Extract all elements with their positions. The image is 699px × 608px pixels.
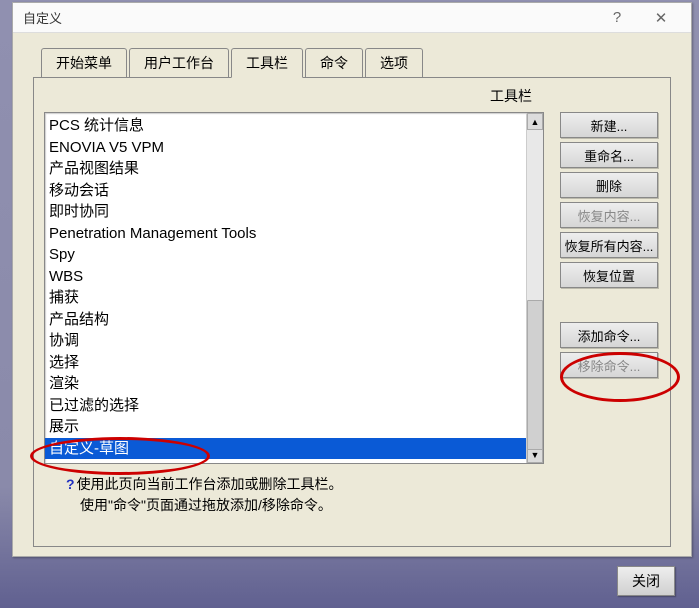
delete-button[interactable]: 删除 [560,172,658,198]
list-item[interactable]: PCS 统计信息 [45,115,526,137]
toolbar-listbox[interactable]: PCS 统计信息 ENOVIA V5 VPM 产品视图结果 移动会话 即时协同 … [44,112,544,464]
titlebar: 自定义 ? ✕ [13,3,691,33]
list-item[interactable]: Spy [45,244,526,266]
help-qmark-icon: ? [66,476,75,492]
help-icon[interactable]: ? [595,4,639,32]
list-item[interactable]: Penetration Management Tools [45,223,526,245]
tab-user-workbench[interactable]: 用户工作台 [129,48,229,77]
list-item[interactable]: 产品视图结果 [45,158,526,180]
help-line2: 使用"命令"页面通过拖放添加/移除命令。 [80,495,660,516]
tab-start-menu[interactable]: 开始菜单 [41,48,127,77]
remove-command-button[interactable]: 移除命令... [560,352,658,378]
sidebar-buttons: 新建... 重命名... 删除 恢复内容... 恢复所有内容... 恢复位置 添… [560,112,658,464]
content-frame: 工具栏 PCS 统计信息 ENOVIA V5 VPM 产品视图结果 移动会话 即… [33,77,671,547]
dialog-title: 自定义 [23,8,595,27]
close-button[interactable]: 关闭 [617,566,675,596]
list-item[interactable]: 产品结构 [45,309,526,331]
tabs: 开始菜单 用户工作台 工具栏 命令 选项 [41,51,691,77]
tab-options[interactable]: 选项 [365,48,423,77]
new-button[interactable]: 新建... [560,112,658,138]
restore-pos-button[interactable]: 恢复位置 [560,262,658,288]
tab-toolbar[interactable]: 工具栏 [231,48,303,78]
help-line1: 使用此页向当前工作台添加或删除工具栏。 [77,476,343,492]
help-text: ?使用此页向当前工作台添加或删除工具栏。 使用"命令"页面通过拖放添加/移除命令… [66,474,660,516]
restore-content-button[interactable]: 恢复内容... [560,202,658,228]
list-item[interactable]: 选择 [45,352,526,374]
scrollbar[interactable]: ▲ ▼ [526,113,543,463]
list-item[interactable]: 已过滤的选择 [45,395,526,417]
scroll-track[interactable] [527,130,543,446]
customize-dialog: 自定义 ? ✕ 开始菜单 用户工作台 工具栏 命令 选项 工具栏 PCS 统计信… [12,2,692,557]
rename-button[interactable]: 重命名... [560,142,658,168]
list-item[interactable]: ENOVIA V5 VPM [45,137,526,159]
tab-command[interactable]: 命令 [305,48,363,77]
list-item[interactable]: WBS [45,266,526,288]
list-item[interactable]: 即时协同 [45,201,526,223]
list-item[interactable]: 移动会话 [45,180,526,202]
add-command-button[interactable]: 添加命令... [560,322,658,348]
list-item[interactable]: 渲染 [45,373,526,395]
section-label: 工具栏 [490,86,532,106]
list-item[interactable]: 捕获 [45,287,526,309]
scroll-up-icon[interactable]: ▲ [527,113,543,130]
restore-all-button[interactable]: 恢复所有内容... [560,232,658,258]
list-item[interactable]: 协调 [45,330,526,352]
close-icon[interactable]: ✕ [639,4,683,32]
list-item[interactable]: 自定义-草图 [45,438,526,460]
scroll-thumb[interactable] [527,300,543,450]
list-item[interactable]: 展示 [45,416,526,438]
